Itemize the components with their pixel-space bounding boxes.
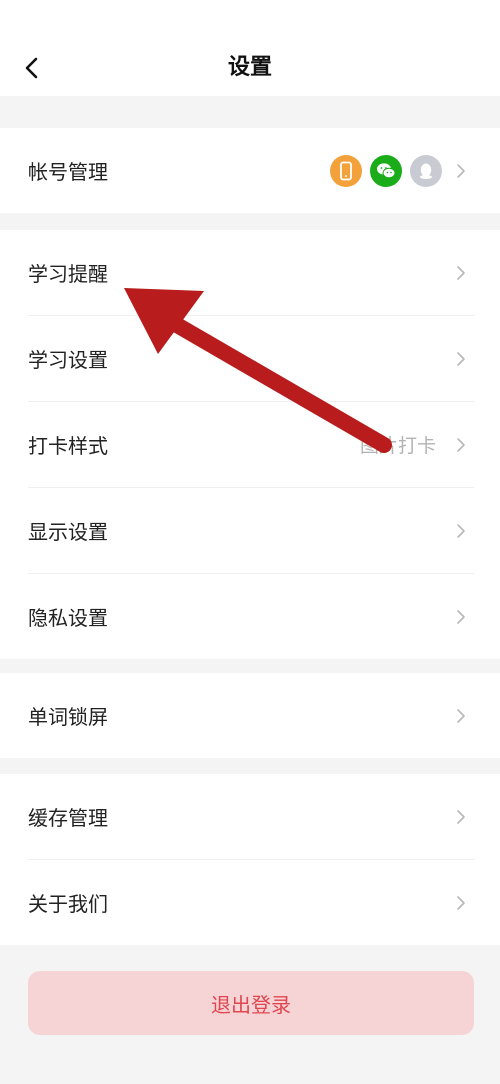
- display-settings-label: 显示设置: [28, 520, 108, 544]
- study-settings-group: 学习提醒 学习设置 打卡样式 图片打卡 显示设置 隐私设置: [0, 230, 500, 659]
- checkin-style-value: 图片打卡: [359, 435, 436, 457]
- lockscreen-group: 单词锁屏: [0, 673, 500, 758]
- chevron-right-icon: [450, 892, 472, 914]
- chevron-right-icon: [450, 705, 472, 727]
- study-settings-row[interactable]: 学习设置: [0, 316, 500, 401]
- logout-button[interactable]: 退出登录: [28, 971, 474, 1035]
- phone-icon: [330, 154, 362, 187]
- privacy-settings-row[interactable]: 隐私设置: [0, 574, 500, 659]
- misc-group: 缓存管理 关于我们: [0, 774, 500, 945]
- chevron-right-icon: [450, 434, 472, 456]
- word-lockscreen-label: 单词锁屏: [28, 705, 108, 729]
- cache-management-row[interactable]: 缓存管理: [0, 774, 500, 859]
- checkin-style-row[interactable]: 打卡样式 图片打卡: [0, 402, 500, 487]
- logout-label: 退出登录: [211, 992, 291, 1017]
- navigation-bar: 设置: [0, 0, 500, 96]
- word-lockscreen-row[interactable]: 单词锁屏: [0, 673, 500, 758]
- study-settings-label: 学习设置: [28, 348, 108, 372]
- chevron-right-icon: [450, 606, 472, 628]
- chevron-right-icon: [450, 262, 472, 284]
- account-management-row[interactable]: 帐号管理: [0, 128, 500, 213]
- about-us-row[interactable]: 关于我们: [0, 860, 500, 945]
- qq-icon: [410, 154, 442, 187]
- checkin-style-label: 打卡样式: [28, 434, 108, 458]
- chevron-right-icon: [450, 348, 472, 370]
- about-us-label: 关于我们: [28, 892, 108, 916]
- account-group: 帐号管理: [0, 128, 500, 213]
- study-reminder-label: 学习提醒: [28, 262, 108, 286]
- page-title: 设置: [227, 55, 272, 80]
- chevron-right-icon: [450, 520, 472, 542]
- chevron-right-icon: [450, 160, 472, 182]
- study-reminder-row[interactable]: 学习提醒: [0, 230, 500, 315]
- wechat-icon: [370, 154, 402, 187]
- cache-management-label: 缓存管理: [28, 806, 108, 830]
- account-management-label: 帐号管理: [28, 160, 108, 184]
- chevron-right-icon: [450, 806, 472, 828]
- privacy-settings-label: 隐私设置: [28, 606, 108, 630]
- display-settings-row[interactable]: 显示设置: [0, 488, 500, 573]
